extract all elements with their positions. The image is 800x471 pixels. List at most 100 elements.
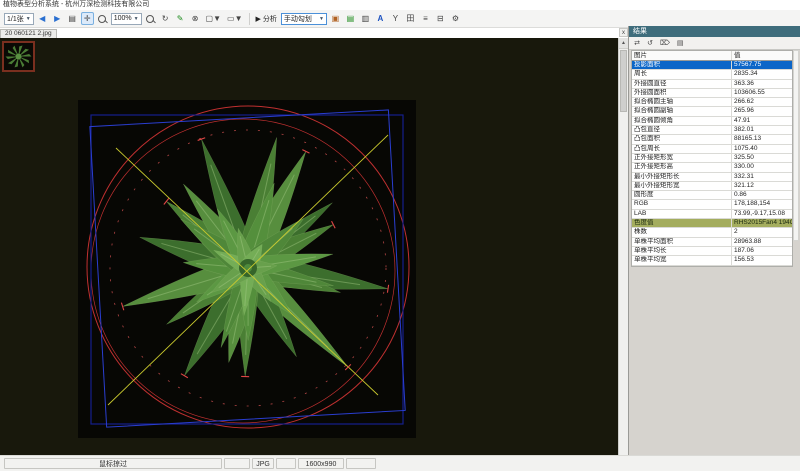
result-row[interactable]: 单株平均宽156.53 [632, 256, 792, 265]
results-scrollbar[interactable] [793, 50, 799, 241]
result-row[interactable]: 拟合椭圆副轴265.96 [632, 107, 792, 116]
result-row[interactable]: RGB178,188,154 [632, 200, 792, 209]
zoom-level-label: 100% [114, 15, 132, 22]
zoom-level-combo[interactable]: 100% ▼ [111, 13, 142, 25]
results-panel: 结果 ⇄ ↺ ⌦ ▤ 图片 值 投影面积57567.75周长2835.34外接圆… [628, 26, 800, 455]
list-button[interactable]: ≡ [419, 12, 432, 25]
rotate-button[interactable]: ↻ [159, 12, 172, 25]
page-count-combo[interactable]: 1/1张 ▼ [4, 13, 34, 25]
chevron-down-icon: ▼ [319, 16, 324, 22]
stats-button[interactable]: ▥ [359, 12, 372, 25]
chevron-down-icon: ▼ [213, 14, 221, 23]
result-row[interactable]: 投影面积57567.75 [632, 61, 792, 70]
settings-button[interactable]: ⚙ [449, 12, 462, 25]
param-value: 178,188,154 [732, 200, 792, 208]
param-name: 最小外接矩形宽 [632, 182, 732, 190]
toolbar-separator [249, 13, 250, 25]
label-a-button[interactable]: A [374, 12, 387, 25]
magnifier-icon [98, 15, 106, 23]
label-y-button[interactable]: Y [389, 12, 402, 25]
region-dropdown-button[interactable]: ▭▼ [225, 12, 244, 25]
clear-results-button[interactable]: ⌦ [658, 38, 672, 48]
image-canvas[interactable] [0, 38, 618, 455]
canvas-scrollbar[interactable]: ▲ [618, 38, 628, 455]
results-toolbar: ⇄ ↺ ⌦ ▤ [629, 37, 800, 50]
swap-results-button[interactable]: ⇄ [632, 38, 642, 48]
chevron-down-icon: ▼ [26, 16, 31, 22]
close-icon[interactable]: x [619, 28, 628, 37]
list-icon: ≡ [423, 14, 428, 23]
result-row[interactable]: 周长2835.34 [632, 70, 792, 79]
edit-button[interactable]: ✎ [174, 12, 187, 25]
result-row[interactable]: 最小外接矩形宽321.12 [632, 182, 792, 191]
next-image-button[interactable]: ▶ [51, 12, 64, 25]
param-name: 凸包直径 [632, 126, 732, 134]
zoom-in-button[interactable] [144, 12, 157, 25]
result-row[interactable]: 外接圆面积103606.55 [632, 89, 792, 98]
analyze-button[interactable]: ▶ 分析 [254, 12, 279, 25]
param-name: 投影面积 [632, 61, 732, 69]
result-row[interactable]: 圆形度0.86 [632, 191, 792, 200]
param-name: 拟合椭圆倾角 [632, 117, 732, 125]
result-row[interactable]: 外接圆直径363.36 [632, 80, 792, 89]
scroll-up-icon[interactable]: ▲ [619, 38, 628, 49]
shape-dropdown-button[interactable]: ▢▼ [204, 12, 223, 25]
result-row[interactable]: 拟合椭圆倾角47.91 [632, 117, 792, 126]
param-name: 正外接矩形高 [632, 163, 732, 171]
results-panel-title: 结果 [629, 26, 800, 37]
result-row[interactable]: 单株平均面积28963.88 [632, 238, 792, 247]
param-name: LAB [632, 210, 732, 218]
batch-button[interactable]: ▣ [329, 12, 342, 25]
thumbnail-svg[interactable] [2, 41, 35, 72]
layout-button[interactable]: ⊟ [434, 12, 447, 25]
analysis-mode-label: 手动勾划 [284, 14, 317, 24]
reset-results-button[interactable]: ↺ [645, 38, 655, 48]
remove-button[interactable]: ⊗ [189, 12, 202, 25]
param-value: RHS2015Fan4 194C Yellow [732, 219, 792, 227]
result-row[interactable]: 凸包面积88165.13 [632, 135, 792, 144]
status-format: JPG [252, 458, 274, 469]
result-row[interactable]: 最小外接矩形长332.31 [632, 173, 792, 182]
result-row[interactable]: 株数2 [632, 228, 792, 237]
pan-tool-button[interactable]: ✛ [81, 12, 94, 25]
save-image-button[interactable]: ▤ [66, 12, 79, 25]
chart-icon: ▥ [362, 14, 370, 23]
pencil-icon: ✎ [177, 14, 184, 23]
export-image-button[interactable]: ▤ [344, 12, 357, 25]
cross-circle-icon: ⊗ [192, 14, 199, 23]
param-name: 最小外接矩形长 [632, 173, 732, 181]
photo-svg[interactable] [78, 100, 416, 438]
param-value: 330.00 [732, 163, 792, 171]
prev-image-button[interactable]: ◀ [36, 12, 49, 25]
result-row[interactable]: LAB73.99,-9.17,15.08 [632, 210, 792, 219]
param-value: 266.62 [732, 98, 792, 106]
scrollbar-thumb[interactable] [620, 50, 627, 112]
image-export-icon: ▤ [347, 14, 355, 23]
result-row[interactable]: 正外接矩形宽325.50 [632, 154, 792, 163]
grid-button[interactable]: 田 [404, 12, 417, 25]
result-row[interactable]: 拟合椭圆主轴266.62 [632, 98, 792, 107]
result-row[interactable]: 正外接矩形高330.00 [632, 163, 792, 172]
param-value: 88165.13 [732, 135, 792, 143]
document-tabstrip: 20 060121 2.jpg [0, 29, 618, 38]
column-header-value: 值 [732, 51, 792, 60]
param-name: RGB [632, 200, 732, 208]
analyze-label: 分析 [263, 14, 277, 24]
param-name: 株数 [632, 228, 732, 236]
status-message: 鼠标掠过 [4, 458, 222, 469]
report-icon: ▤ [677, 39, 684, 47]
param-value: 363.36 [732, 80, 792, 88]
magnifier-plus-icon [146, 15, 154, 23]
eraser-icon: ⌦ [660, 39, 670, 47]
analysis-mode-combo[interactable]: 手动勾划 ▼ [281, 13, 327, 25]
page-count-label: 1/1张 [7, 14, 24, 24]
result-row[interactable]: 单株平均长187.06 [632, 247, 792, 256]
param-value: 265.96 [732, 107, 792, 115]
report-button[interactable]: ▤ [675, 38, 686, 48]
result-row[interactable]: 色度值RHS2015Fan4 194C Yellow [632, 219, 792, 228]
result-row[interactable]: 凸包直径382.01 [632, 126, 792, 135]
column-header-name: 图片 [632, 51, 732, 60]
zoom-tool-button[interactable] [96, 12, 109, 25]
window-title: 植物表型分析系统 - 杭州万深检测科技有限公司 [0, 0, 800, 10]
result-row[interactable]: 凸包周长1075.40 [632, 145, 792, 154]
